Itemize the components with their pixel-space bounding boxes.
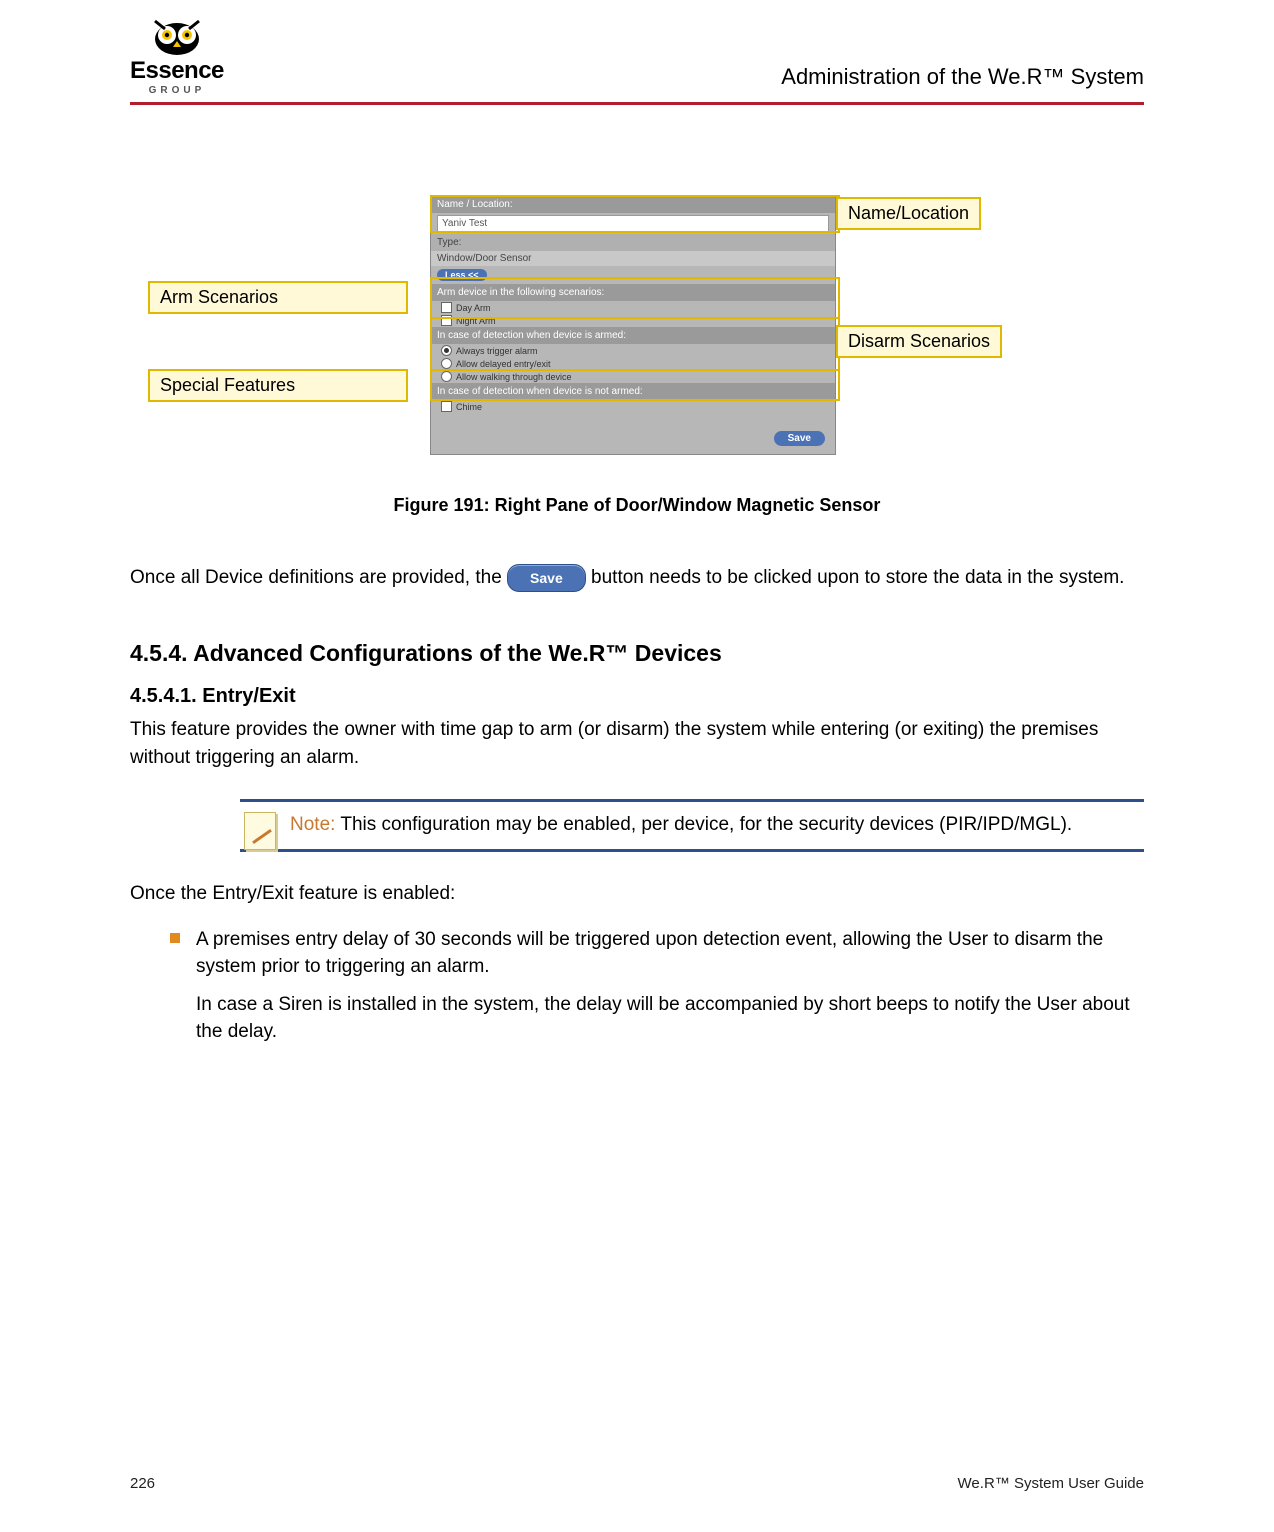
- highlight-special-features: [430, 369, 840, 401]
- callout-name-location: Name/Location: [836, 197, 981, 230]
- bullet-text: A premises entry delay of 30 seconds wil…: [196, 929, 1103, 978]
- paragraph-save-instruction: Once all Device definitions are provided…: [130, 564, 1144, 592]
- callout-disarm-scenarios: Disarm Scenarios: [836, 325, 1002, 358]
- inline-save-button[interactable]: Save: [507, 564, 586, 592]
- highlight-name-location: [430, 195, 840, 233]
- type-label: Type:: [431, 234, 835, 251]
- owl-icon: [149, 17, 205, 57]
- figure-caption: Figure 191: Right Pane of Door/Window Ma…: [130, 495, 1144, 516]
- highlight-disarm-scenarios: [430, 317, 840, 371]
- brand-logo: Essence GROUP: [130, 17, 224, 96]
- text-fragment: button needs to be clicked upon to store…: [591, 567, 1124, 588]
- callout-special-features: Special Features: [148, 369, 408, 402]
- bullet-item: A premises entry delay of 30 seconds wil…: [170, 926, 1144, 1060]
- doc-title-footer: We.R™ System User Guide: [958, 1475, 1144, 1492]
- bullet-continuation: In case a Siren is installed in the syst…: [196, 991, 1144, 1046]
- text-fragment: Once all Device definitions are provided…: [130, 567, 507, 588]
- check-chime[interactable]: Chime: [431, 400, 835, 413]
- check-label: Chime: [456, 402, 482, 412]
- logo-text: Essence: [130, 57, 224, 85]
- callout-arm-scenarios: Arm Scenarios: [148, 281, 408, 314]
- note-box: Note: This configuration may be enabled,…: [240, 799, 1144, 852]
- note-label: Note:: [290, 814, 335, 835]
- page-header-title: Administration of the We.R™ System: [781, 64, 1144, 96]
- note-text: This configuration may be enabled, per d…: [335, 814, 1072, 835]
- bullet-marker-icon: [170, 933, 180, 943]
- page-number: 226: [130, 1475, 155, 1492]
- subsection-heading: 4.5.4.1. Entry/Exit: [130, 685, 1144, 708]
- note-icon: [244, 812, 276, 850]
- panel-save-button[interactable]: Save: [774, 431, 825, 446]
- paragraph-entry-exit-desc: This feature provides the owner with tim…: [130, 716, 1144, 771]
- section-heading: 4.5.4. Advanced Configurations of the We…: [130, 640, 1144, 667]
- logo-subtext: GROUP: [149, 85, 206, 96]
- figure-191: Name / Location: Yaniv Test Type: Window…: [130, 195, 1144, 465]
- header-rule: [130, 102, 1144, 105]
- paragraph-once-enabled: Once the Entry/Exit feature is enabled:: [130, 880, 1144, 908]
- type-value: Window/Door Sensor: [431, 251, 835, 266]
- highlight-arm-scenarios: [430, 277, 840, 319]
